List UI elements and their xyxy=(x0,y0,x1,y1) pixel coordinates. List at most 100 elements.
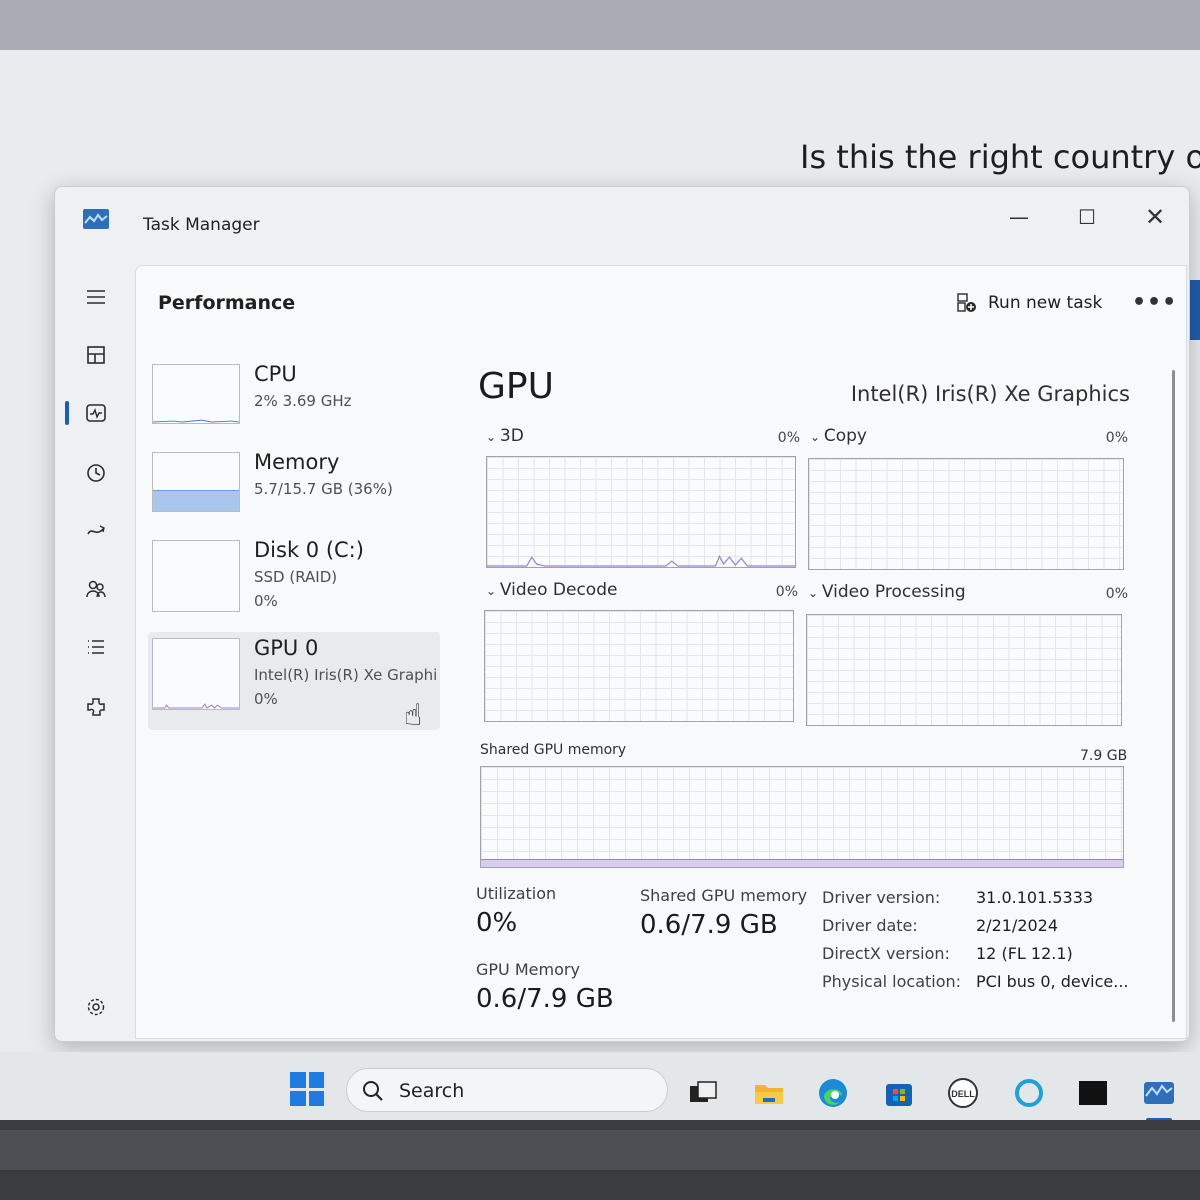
background-heading: Is this the right country o xyxy=(800,138,1200,176)
search-placeholder: Search xyxy=(399,1080,465,1102)
prop-physical-location-value: PCI bus 0, device... xyxy=(976,972,1129,991)
graph-video-processing xyxy=(806,614,1122,726)
start-button[interactable] xyxy=(290,1072,324,1106)
engine-selector-video-processing[interactable]: ⌄ Video Processing xyxy=(808,582,966,602)
dell-icon[interactable]: DELL xyxy=(944,1074,982,1112)
settings-icon[interactable] xyxy=(75,987,117,1027)
gpu-memory-value: 0.6/7.9 GB xyxy=(476,984,614,1014)
detail-title: GPU xyxy=(478,366,554,407)
maximize-button[interactable]: ☐ xyxy=(1059,199,1115,235)
start-tile xyxy=(290,1072,306,1088)
device-name: CPU xyxy=(254,362,297,386)
file-explorer-icon[interactable] xyxy=(750,1074,788,1112)
hamburger-menu-icon[interactable] xyxy=(75,277,117,317)
bezel-edge xyxy=(0,1130,1200,1170)
device-memory[interactable]: Memory 5.7/15.7 GB (36%) xyxy=(148,446,440,538)
engine-label: Video Decode xyxy=(499,580,618,600)
engine-percent: 0% xyxy=(775,584,798,600)
vertical-scrollbar[interactable] xyxy=(1172,370,1175,1022)
taskbar-search[interactable]: Search xyxy=(346,1068,668,1112)
run-new-task-label: Run new task xyxy=(988,293,1103,313)
page-title: Performance xyxy=(158,292,296,314)
chevron-down-icon: ⌄ xyxy=(486,584,500,598)
edge-icon[interactable] xyxy=(814,1074,852,1112)
gpu-thumbnail-graph xyxy=(152,638,240,710)
device-disk[interactable]: Disk 0 (C:) SSD (RAID) 0% xyxy=(148,534,440,626)
shared-memory-graph-label: Shared GPU memory xyxy=(480,742,627,758)
device-name: GPU 0 xyxy=(254,636,319,660)
run-task-icon xyxy=(957,293,976,312)
engine-percent: 0% xyxy=(1105,430,1128,446)
device-cpu[interactable]: CPU 2% 3.69 GHz xyxy=(148,358,440,450)
engine-selector-3d[interactable]: ⌄ 3D xyxy=(486,426,524,446)
gpu-memory-label: GPU Memory xyxy=(476,960,580,979)
engine-label: Video Processing xyxy=(821,582,966,602)
engine-selector-video-decode[interactable]: ⌄ Video Decode xyxy=(486,580,617,600)
users-icon[interactable] xyxy=(75,569,117,609)
run-new-task-button[interactable]: Run new task xyxy=(956,292,1102,314)
window-title: Task Manager xyxy=(143,215,260,235)
disk-thumbnail-graph xyxy=(152,540,240,612)
cortana-icon[interactable] xyxy=(1010,1074,1048,1112)
store-icon[interactable] xyxy=(880,1074,918,1112)
engine-selector-copy[interactable]: ⌄ Copy xyxy=(810,426,867,446)
performance-icon[interactable] xyxy=(75,393,117,433)
screen-top-bar xyxy=(0,0,1200,50)
engine-label: Copy xyxy=(823,426,867,446)
taskbar: Search DELL xyxy=(0,1052,1200,1122)
shared-memory-graph-max: 7.9 GB xyxy=(1080,748,1128,764)
prop-directx-version-key: DirectX version: xyxy=(822,944,950,963)
cpu-thumbnail-graph xyxy=(152,364,240,424)
minimize-button[interactable]: — xyxy=(991,199,1047,235)
svg-text:DELL: DELL xyxy=(951,1089,975,1099)
memory-fill xyxy=(153,490,239,511)
engine-label: 3D xyxy=(499,426,524,446)
graph-shared-gpu-memory xyxy=(480,766,1124,868)
device-name: Disk 0 (C:) xyxy=(254,538,364,562)
device-sub2: 0% xyxy=(254,690,278,708)
start-tile xyxy=(308,1072,324,1088)
gpu-model-name: Intel(R) Iris(R) Xe Graphics xyxy=(850,382,1130,406)
search-icon xyxy=(363,1081,383,1101)
graph-video-decode xyxy=(484,610,794,722)
terminal-icon[interactable] xyxy=(1074,1074,1112,1112)
utilization-value: 0% xyxy=(476,908,518,938)
processes-icon[interactable] xyxy=(75,335,117,375)
shared-memory-fill xyxy=(481,859,1123,867)
chevron-down-icon: ⌄ xyxy=(810,430,824,444)
nav-selected-indicator xyxy=(65,401,69,425)
graph-copy xyxy=(808,458,1124,570)
task-manager-taskbar-icon[interactable] xyxy=(1140,1074,1178,1112)
start-tile xyxy=(290,1090,306,1106)
prop-directx-version-value: 12 (FL 12.1) xyxy=(976,944,1073,963)
app-history-icon[interactable] xyxy=(75,453,117,493)
start-tile xyxy=(308,1090,324,1106)
task-manager-app-icon xyxy=(83,209,109,229)
device-sub: 5.7/15.7 GB (36%) xyxy=(254,480,393,498)
engine-percent: 0% xyxy=(1105,586,1128,602)
close-button[interactable]: ✕ xyxy=(1127,199,1183,235)
details-icon[interactable] xyxy=(75,627,117,667)
services-icon[interactable] xyxy=(75,687,117,727)
hand-pointer-cursor-icon: ☝ xyxy=(404,698,423,733)
performance-content: Performance Run new task ••• CPU 2% 3.69… xyxy=(135,265,1187,1039)
prop-driver-version-key: Driver version: xyxy=(822,888,941,907)
startup-apps-icon[interactable] xyxy=(75,511,117,551)
task-manager-window: Task Manager — ☐ ✕ Performance Run new t… xyxy=(54,186,1190,1042)
device-sub: Intel(R) Iris(R) Xe Graphi xyxy=(254,666,438,684)
engine-percent: 0% xyxy=(777,430,800,446)
device-sub: 2% 3.69 GHz xyxy=(254,392,352,410)
device-name: Memory xyxy=(254,450,340,474)
prop-driver-date-key: Driver date: xyxy=(822,916,918,935)
chevron-down-icon: ⌄ xyxy=(808,586,822,600)
prop-driver-date-value: 2/21/2024 xyxy=(976,916,1059,935)
device-sub: SSD (RAID) xyxy=(254,568,338,586)
task-view-icon[interactable] xyxy=(684,1074,722,1112)
chevron-down-icon: ⌄ xyxy=(486,430,500,444)
utilization-label: Utilization xyxy=(476,884,557,903)
device-gpu[interactable]: GPU 0 Intel(R) Iris(R) Xe Graphi 0% xyxy=(148,632,440,730)
graph-3d xyxy=(486,456,796,568)
prop-driver-version-value: 31.0.101.5333 xyxy=(976,888,1094,907)
more-options-button[interactable]: ••• xyxy=(1132,290,1177,315)
device-sub2: 0% xyxy=(254,592,278,610)
